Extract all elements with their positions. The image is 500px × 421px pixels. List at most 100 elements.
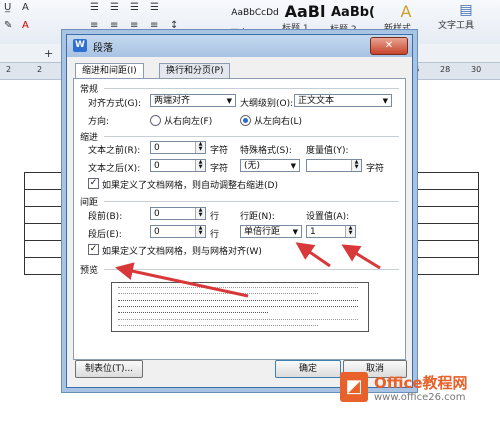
indent-before-unit[interactable]: 字符: [210, 143, 228, 156]
line-spacing-icon[interactable]: ↕: [170, 20, 178, 31]
spinner-arrows-icon[interactable]: ▲ ▼: [351, 160, 361, 171]
indent-after-value: 0: [154, 161, 160, 171]
general-header: 常规: [80, 85, 99, 95]
wps-writer-icon: W: [73, 39, 87, 52]
indent-after-label: 文本之后(X):: [88, 164, 141, 174]
text-tools-icon: ▤: [459, 2, 473, 18]
highlight-icon[interactable]: ✎: [4, 20, 12, 31]
align-right-icon[interactable]: ≡: [130, 20, 138, 31]
preview-line: [118, 325, 318, 329]
indent-after-spinner[interactable]: 0 ▲ ▼: [150, 159, 206, 172]
tab-line-page-breaks[interactable]: 换行和分页(P): [159, 63, 231, 78]
space-after-label: 段后(E):: [88, 230, 122, 240]
measure-label: 度量值(Y):: [306, 146, 349, 156]
preview-line: [118, 312, 268, 316]
line-spacing-label: 行距(N):: [240, 212, 275, 222]
dialog-title: 段落: [93, 43, 113, 54]
rtl-radio[interactable]: [150, 115, 161, 126]
indent-before-label: 文本之前(R):: [88, 146, 141, 156]
alignment-label: 对齐方式(G):: [88, 99, 142, 109]
watermark-title: Office教程网: [374, 374, 468, 392]
set-value-spinner[interactable]: 1 ▲ ▼: [306, 225, 356, 238]
ruler-number: 30: [471, 65, 482, 74]
new-style-button[interactable]: A 新样式: [384, 2, 428, 36]
direction-label: 方向:: [88, 117, 110, 127]
indent-before-value: 0: [154, 143, 160, 153]
outdent-icon[interactable]: ☰: [150, 2, 159, 13]
indent-icon[interactable]: ☰: [130, 2, 139, 13]
chevron-down-icon: ▼: [292, 228, 298, 236]
ltr-label: 从左向右(L): [254, 117, 303, 127]
tab-stops-button[interactable]: 制表位(T)...: [75, 360, 143, 378]
numbering-icon[interactable]: ☰: [110, 2, 119, 13]
measure-unit[interactable]: 字符: [366, 161, 384, 174]
outline-level-select[interactable]: 正文文本 ▼: [294, 94, 392, 107]
indent-header: 缩进: [80, 133, 99, 143]
close-button[interactable]: ✕: [370, 37, 408, 55]
measure-spinner[interactable]: ▲ ▼: [306, 159, 362, 172]
preview-line: [118, 319, 358, 323]
style-normal[interactable]: AaBbCcDd 正文: [230, 2, 280, 39]
tab-indent-spacing[interactable]: 缩进和间距(I): [75, 63, 144, 79]
dialog-titlebar[interactable]: W 段落 ✕: [67, 35, 412, 57]
indent-before-spinner[interactable]: 0 ▲ ▼: [150, 141, 206, 154]
text-tools-button[interactable]: ▤ 文字工具: [438, 2, 494, 36]
office-logo-icon: ◩: [340, 372, 368, 402]
divider: [104, 269, 399, 270]
snap-to-grid-checkbox[interactable]: ✓: [88, 244, 99, 255]
space-before-value: 0: [154, 209, 160, 219]
bullets-icon[interactable]: ☰: [90, 2, 99, 13]
auto-right-indent-checkbox[interactable]: ✓: [88, 178, 99, 189]
space-before-unit[interactable]: 行: [210, 209, 219, 222]
new-tab-icon[interactable]: +: [44, 47, 53, 60]
new-style-icon: A: [400, 2, 412, 21]
new-style-label: 新样式: [384, 24, 412, 34]
chevron-down-icon: ▼: [382, 97, 388, 105]
ltr-radio[interactable]: [240, 115, 251, 126]
watermark-url: www.office26.com: [374, 392, 466, 403]
alignment-value: 两端对齐: [154, 96, 191, 106]
style-heading-1[interactable]: AaBl 标题 1: [282, 2, 328, 36]
preview-line: [118, 306, 358, 310]
spinner-arrows-icon[interactable]: ▲ ▼: [195, 142, 205, 153]
paragraph-dialog: W 段落 ✕ 缩进和间距(I) 换行和分页(P) 常规 对齐方式(G): 两端对…: [66, 34, 413, 388]
space-before-label: 段前(B):: [88, 212, 123, 222]
snap-to-grid-label: 如果定义了文档网格，则与网格对齐(W): [102, 247, 262, 257]
set-value-label: 设置值(A):: [306, 212, 350, 222]
align-center-icon[interactable]: ≡: [110, 20, 118, 31]
text-color-icon[interactable]: A: [22, 20, 29, 31]
text-tools-label: 文字工具: [438, 21, 475, 31]
style-heading-2[interactable]: AaBb( 标题 2: [330, 2, 376, 36]
style-label: 标题 1: [282, 24, 309, 34]
spinner-arrows-icon[interactable]: ▲ ▼: [195, 226, 205, 237]
underline-icon[interactable]: U̲: [4, 2, 11, 13]
special-format-label: 特殊格式(S):: [240, 146, 292, 156]
font-color-icon[interactable]: A: [22, 2, 29, 13]
chevron-down-icon: ▼: [290, 162, 296, 170]
line-spacing-value: 单倍行距: [244, 227, 281, 237]
spinner-arrows-icon[interactable]: ▲ ▼: [195, 208, 205, 219]
special-format-select[interactable]: (无) ▼: [240, 159, 300, 172]
space-after-spinner[interactable]: 0 ▲ ▼: [150, 225, 206, 238]
set-value: 1: [310, 227, 316, 237]
space-after-value: 0: [154, 227, 160, 237]
alignment-select[interactable]: 两端对齐 ▼: [150, 94, 236, 107]
preview-header: 预览: [80, 266, 99, 276]
site-watermark: ◩ Office教程网 www.office26.com: [340, 368, 496, 418]
spinner-arrows-icon[interactable]: ▲ ▼: [345, 226, 355, 237]
space-before-spinner[interactable]: 0 ▲ ▼: [150, 207, 206, 220]
space-after-unit[interactable]: 行: [210, 227, 219, 240]
ruler-number: 2: [37, 65, 43, 74]
ruler-number: 2: [6, 65, 12, 74]
spinner-arrows-icon[interactable]: ▲ ▼: [195, 160, 205, 171]
line-spacing-select[interactable]: 单倍行距 ▼: [240, 225, 302, 238]
chevron-down-icon: ▼: [226, 97, 232, 105]
ok-button[interactable]: 确定: [275, 360, 341, 378]
outline-level-label: 大纲级别(O):: [240, 99, 294, 109]
auto-right-indent-label: 如果定义了文档网格，则自动调整右缩进(D): [102, 181, 278, 191]
style-label: 标题 2: [330, 25, 357, 35]
indent-after-unit[interactable]: 字符: [210, 161, 228, 174]
justify-icon[interactable]: ≡: [150, 20, 158, 31]
align-left-icon[interactable]: ≡: [90, 20, 98, 31]
style-preview: AaBbCcDd: [231, 8, 279, 18]
